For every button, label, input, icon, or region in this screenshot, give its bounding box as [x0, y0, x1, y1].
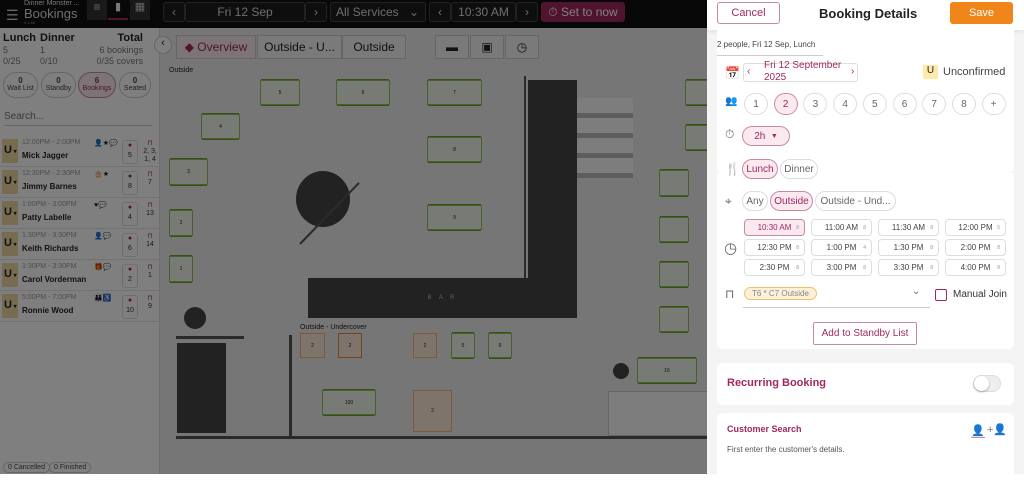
- search-customer-icon[interactable]: 👤: [971, 424, 985, 438]
- time-slot[interactable]: 2:00 PM 8: [945, 239, 1006, 256]
- slot-time: 1:30 PM: [893, 243, 924, 252]
- party-size-5[interactable]: 5: [862, 93, 887, 115]
- service-dinner[interactable]: Dinner: [780, 159, 818, 179]
- date-value: Fri 12 September 2025: [764, 60, 842, 83]
- slot-time: 2:00 PM: [960, 243, 991, 252]
- time-slot[interactable]: 12:00 PM 5: [945, 219, 1006, 236]
- time-slot[interactable]: 2:30 PM 8: [744, 259, 805, 276]
- recurring-toggle[interactable]: [973, 375, 1001, 392]
- customer-search-title: Customer Search: [727, 424, 802, 434]
- table-icon: ⊓: [725, 287, 735, 301]
- area-any[interactable]: Any: [742, 191, 768, 211]
- party-size-4[interactable]: 4: [833, 93, 858, 115]
- customer-hint: First enter the customer's details.: [727, 445, 845, 454]
- table-chip[interactable]: T6 * C7 Outside: [744, 287, 817, 300]
- time-slot[interactable]: 11:00 AM 8: [811, 219, 872, 236]
- area-outside[interactable]: Outside: [770, 191, 813, 211]
- manual-join-label: Manual Join: [953, 289, 1007, 300]
- slot-availability: 8: [796, 224, 799, 231]
- slot-time: 3:30 PM: [893, 263, 924, 272]
- time-slot[interactable]: 10:30 AM 8: [744, 219, 805, 236]
- slot-time: 12:30 PM: [757, 243, 792, 252]
- status-select[interactable]: Unconfirmed: [943, 66, 1005, 78]
- caret-down-icon: ▼: [770, 132, 778, 140]
- slot-availability: 8: [930, 264, 933, 271]
- add-customer-icon[interactable]: +👤: [987, 423, 1007, 436]
- slot-time: 4:00 PM: [960, 263, 991, 272]
- slot-availability: 4: [863, 244, 866, 251]
- save-button[interactable]: Save: [950, 2, 1013, 24]
- party-size-7[interactable]: 7: [922, 93, 947, 115]
- slot-availability: 8: [796, 264, 799, 271]
- slot-availability: 8: [997, 264, 1000, 271]
- slot-availability: 8: [997, 244, 1000, 251]
- slot-time: 1:00 PM: [826, 243, 857, 252]
- status-badge: U: [923, 65, 938, 79]
- clock-icon: ◷: [724, 240, 738, 257]
- add-to-standby-button[interactable]: Add to Standby List: [813, 322, 917, 345]
- slot-availability: 8: [863, 264, 866, 271]
- slot-availability: 5: [997, 224, 1000, 231]
- slot-time: 10:30 AM: [757, 223, 792, 232]
- party-size-1[interactable]: 1: [744, 93, 768, 115]
- party-size-2[interactable]: 2: [773, 93, 798, 115]
- slot-availability: 8: [796, 244, 799, 251]
- calendar-icon: 📅: [725, 66, 740, 80]
- stopwatch-icon: ⏱: [725, 127, 735, 141]
- prev-day-button[interactable]: ‹: [747, 66, 750, 77]
- time-slot[interactable]: 1:30 PM 8: [878, 239, 939, 256]
- cutlery-icon: 🍴: [725, 162, 740, 176]
- time-slot[interactable]: 11:30 AM 8: [878, 219, 939, 236]
- time-slot[interactable]: 3:30 PM 8: [878, 259, 939, 276]
- time-slot[interactable]: 1:00 PM 4: [811, 239, 872, 256]
- manual-join-checkbox[interactable]: [935, 289, 947, 301]
- recurring-label: Recurring Booking: [727, 377, 827, 389]
- time-slot[interactable]: 4:00 PM 8: [945, 259, 1006, 276]
- duration-select[interactable]: 2h ▼: [742, 126, 790, 146]
- slot-time: 11:30 AM: [891, 223, 926, 232]
- slot-availability: 8: [930, 224, 933, 231]
- party-size-8[interactable]: 8: [951, 93, 976, 115]
- slot-availability: 8: [930, 244, 933, 251]
- slot-time: 11:00 AM: [824, 223, 859, 232]
- next-day-button[interactable]: ›: [851, 66, 854, 77]
- modal-overlay[interactable]: [0, 0, 707, 474]
- location-pin-icon: ⌖: [725, 194, 732, 208]
- party-size-6[interactable]: 6: [892, 93, 917, 115]
- service-lunch[interactable]: Lunch: [742, 159, 778, 179]
- slot-time: 2:30 PM: [759, 263, 790, 272]
- area-outside-undercover[interactable]: Outside - Und...: [815, 191, 896, 211]
- slot-availability: 8: [863, 224, 866, 231]
- party-size-3[interactable]: 3: [803, 93, 828, 115]
- panel-title: Booking Details: [819, 6, 918, 21]
- booking-summary: 2 people, Fri 12 Sep, Lunch: [717, 40, 823, 56]
- chevron-down-icon[interactable]: ⌄: [912, 286, 920, 297]
- time-slot[interactable]: 12:30 PM 8: [744, 239, 805, 256]
- slot-time: 12:00 PM: [958, 223, 993, 232]
- booking-details-panel: Cancel Booking Details Save 2 people, Fr…: [707, 0, 1024, 483]
- cancel-button[interactable]: Cancel: [717, 2, 780, 24]
- slot-time: 3:00 PM: [826, 263, 857, 272]
- people-icon: 👥: [725, 96, 738, 107]
- time-slot[interactable]: 3:00 PM 8: [811, 259, 872, 276]
- party-size-more[interactable]: +: [981, 93, 1006, 115]
